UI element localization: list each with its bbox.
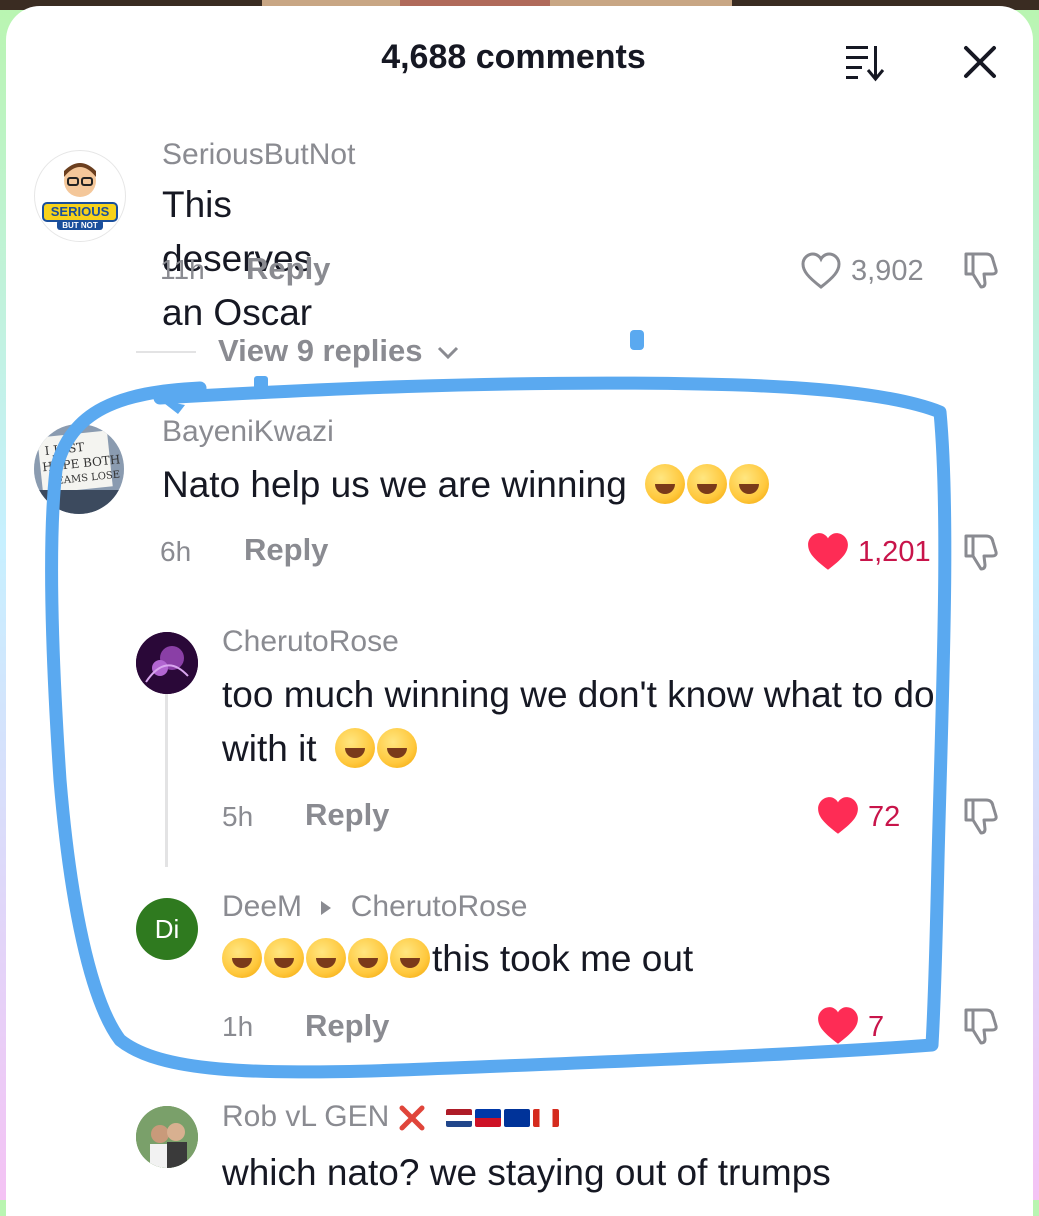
- reply-button[interactable]: Reply: [305, 1008, 389, 1044]
- heart-filled-icon[interactable]: [816, 796, 860, 836]
- reply-button[interactable]: Reply: [305, 797, 389, 833]
- laughing-emoji-icon: [306, 938, 346, 979]
- svg-text:BUT NOT: BUT NOT: [62, 221, 98, 230]
- laughing-emoji-icon: [334, 728, 375, 769]
- canada-flag-icon: [532, 1109, 559, 1128]
- view-replies-label: View 9 replies: [218, 333, 423, 368]
- username[interactable]: CherutoRose: [222, 625, 399, 659]
- laughing-emoji-icon: [645, 464, 686, 505]
- heart-outline-icon[interactable]: [800, 252, 842, 290]
- laughing-emoji-icon: [729, 464, 770, 505]
- avatar[interactable]: [136, 1106, 198, 1168]
- like-count: 72: [868, 801, 901, 833]
- laughing-emoji-icon: [348, 938, 388, 979]
- dislike-icon[interactable]: [960, 1006, 1004, 1046]
- couple-photo-avatar-icon: [136, 1106, 198, 1168]
- avatar[interactable]: I JUST HOPE BOTH TEAMS LOSE: [34, 424, 124, 514]
- comment-text: Nato help us we are winning: [162, 458, 771, 512]
- comment-text: this took me out: [222, 932, 693, 986]
- dislike-icon[interactable]: [960, 796, 1004, 836]
- heart-filled-icon[interactable]: [816, 1006, 860, 1046]
- avatar[interactable]: [136, 632, 198, 694]
- like-count: 7: [868, 1011, 885, 1043]
- svg-text:SERIOUS: SERIOUS: [51, 204, 110, 219]
- comment-text-content: Nato help us we are winning: [162, 464, 627, 505]
- avatar[interactable]: Di: [136, 898, 198, 960]
- laughing-emoji-icon: [390, 938, 430, 979]
- view-replies-divider: [136, 351, 196, 353]
- heart-filled-icon[interactable]: [806, 532, 850, 572]
- comment-text: too much winning we don't know what to d…: [222, 668, 982, 776]
- reply-arrow-icon: [321, 901, 332, 916]
- avatar[interactable]: SERIOUS BUT NOT: [34, 150, 126, 242]
- red-x-icon: [399, 1105, 425, 1131]
- sort-icon[interactable]: [838, 42, 888, 84]
- comment-time: 11h: [160, 254, 205, 285]
- netherlands-flag-icon: [445, 1109, 472, 1128]
- comment-time: 6h: [160, 536, 192, 567]
- close-icon[interactable]: [958, 40, 1002, 84]
- username[interactable]: Rob vL GEN: [222, 1100, 562, 1134]
- comment-text-content: this took me out: [432, 938, 694, 979]
- avatar-initials: Di: [154, 914, 180, 944]
- username[interactable]: SeriousButNot: [162, 138, 355, 172]
- reply-button[interactable]: Reply: [244, 532, 328, 568]
- chevron-down-icon: [438, 346, 459, 359]
- philippines-flag-icon: [474, 1109, 501, 1128]
- laughing-emoji-icon: [264, 938, 304, 979]
- username[interactable]: BayeniKwazi: [162, 415, 334, 449]
- comment-time: 1h: [222, 1011, 254, 1042]
- purple-rose-avatar-icon: [136, 632, 198, 694]
- comment-text: which nato? we staying out of trumps: [222, 1152, 831, 1193]
- username[interactable]: DeeM CherutoRose: [222, 890, 527, 924]
- reply-thread-line: [165, 692, 168, 867]
- reply-to-user[interactable]: CherutoRose: [351, 890, 528, 923]
- reply-button[interactable]: Reply: [246, 251, 330, 287]
- view-replies-button[interactable]: View 9 replies: [218, 333, 459, 369]
- laughing-emoji-icon: [376, 728, 417, 769]
- reply-author[interactable]: DeeM: [222, 890, 302, 923]
- laughing-emoji-icon: [222, 938, 262, 979]
- laughing-emoji-icon: [687, 464, 728, 505]
- like-count: 1,201: [858, 536, 931, 568]
- seriousbutnot-avatar-icon: SERIOUS BUT NOT: [36, 152, 124, 240]
- protest-sign-avatar-icon: I JUST HOPE BOTH TEAMS LOSE: [34, 424, 124, 514]
- eu-flag-icon: [503, 1109, 530, 1128]
- username-text[interactable]: Rob vL GEN: [222, 1100, 389, 1133]
- comment-text-content: too much winning we don't know what to d…: [222, 674, 935, 769]
- comment-time: 5h: [222, 801, 254, 832]
- dislike-icon[interactable]: [960, 250, 1004, 290]
- like-count: 3,902: [851, 255, 924, 287]
- dislike-icon[interactable]: [960, 532, 1004, 572]
